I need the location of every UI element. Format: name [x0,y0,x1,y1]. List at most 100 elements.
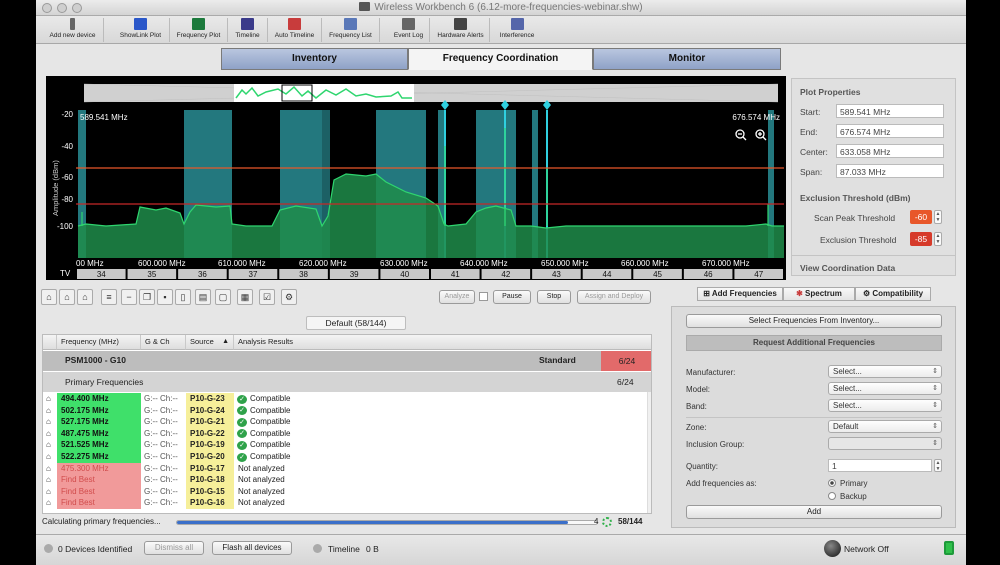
checklist-icon[interactable]: ☑ [259,289,275,305]
subgroup-row[interactable]: Primary Frequencies 6/24 [43,372,651,392]
analyze-checkbox[interactable] [479,292,488,301]
tab-compatibility[interactable]: ⚙ Compatibility [855,287,931,301]
view-coordination-data-link[interactable]: View Coordination Data [800,263,895,273]
add-device-icon [70,18,75,30]
lock-icon[interactable]: ⌂ [46,439,57,451]
model-select[interactable]: Select... ⇕ [828,382,942,395]
add-new-device-button[interactable]: Add new device [42,18,104,42]
add-button[interactable]: Add [686,505,942,519]
tab-spectrum[interactable]: ✱ Spectrum [783,287,855,301]
header-source[interactable]: Source ▲ [186,335,234,350]
manufacturer-select[interactable]: Select... ⇕ [828,365,942,378]
frequency-cell[interactable]: 475.300 MHz [57,462,141,475]
collapse-icon[interactable]: − [121,289,137,305]
table-row[interactable]: ⌂ Find Best G:-- Ch:-- P10-G-18 Not analyzed [43,474,651,486]
group-row[interactable]: PSM1000 - G10 Standard 6/24 [43,351,651,371]
frequency-cell[interactable]: Find Best [57,497,141,509]
start-field[interactable]: 589.541 MHz [836,104,944,118]
frequency-cell[interactable]: 494.400 MHz [57,393,141,405]
lock-icon[interactable]: ⌂ [46,428,57,440]
table-row[interactable]: ⌂ Find Best G:-- Ch:-- P10-G-15 Not analyzed [43,485,651,498]
table-row[interactable]: ⌂ 527.175 MHz G:-- Ch:-- P10-G-21 ✓ Compatibl… [43,416,651,428]
lock-icon[interactable]: ⌂ [41,289,57,305]
center-field[interactable]: 633.058 MHz [836,144,944,158]
quantity-field[interactable]: 1 [828,459,932,472]
table-row[interactable]: ⌂ Find Best G:-- Ch:-- P10-G-16 Not analyzed [43,497,651,509]
span-field[interactable]: 87.033 MHz [836,164,944,178]
table-row[interactable]: ⌂ 502.175 MHz G:-- Ch:-- P10-G-24 ✓ Compatibl… [43,404,651,417]
end-field[interactable]: 676.574 MHz [836,124,944,138]
lock-icon[interactable]: ⌂ [46,393,57,405]
assign-and-deploy-button[interactable]: Assign and Deploy [577,290,651,304]
table-row[interactable]: ⌂ 522.275 MHz G:-- Ch:-- P10-G-20 ✓ Compatibl… [43,451,651,463]
lock-icon[interactable]: ⌂ [46,451,57,463]
interference-button[interactable]: Interference [492,18,542,42]
frequency-cell[interactable]: Find Best [57,485,141,498]
exclusion-threshold-stepper[interactable]: ▲ ▼ [934,232,942,246]
select-from-inventory-button[interactable]: Select Frequencies From Inventory... [686,314,942,328]
document-icon[interactable]: ▢ [215,289,231,305]
network-status-icon[interactable] [824,540,841,557]
frequency-cell[interactable]: 502.175 MHz [57,404,141,417]
save-icon[interactable]: ▪ [157,289,173,305]
scan-peak-threshold-field[interactable]: -60 [910,210,932,224]
zone-select[interactable]: Default ⇕ [828,420,942,433]
source-cell: P10-G-21 [186,416,234,428]
scan-peak-stepper[interactable]: ▲ ▼ [934,210,942,224]
export-icon[interactable]: ▤ [195,289,211,305]
header-lock-column[interactable] [43,335,57,350]
unlock-status-icon[interactable] [944,541,954,555]
header-analysis-results[interactable]: Analysis Results [234,335,651,350]
event-log-button[interactable]: Event Log [388,18,430,42]
spectrum-plot[interactable]: -20 -40 -60 -80 -100 Amplitude (dBm) 589… [46,76,786,280]
auto-timeline-button[interactable]: Auto Timeline [268,18,322,42]
table-row[interactable]: ⌂ 487.475 MHz G:-- Ch:-- P10-G-22 ✓ Compatibl… [43,427,651,440]
delete-icon[interactable]: ▯ [175,289,191,305]
band-select[interactable]: Select... ⇕ [828,399,942,412]
quantity-stepper[interactable]: ▲ ▼ [934,459,942,472]
analyze-button[interactable]: Analyze [439,290,475,304]
tab-frequency-coordination[interactable]: Frequency Coordination [408,48,593,70]
dismiss-all-button[interactable]: Dismiss all [144,541,204,555]
lock-icon[interactable]: ⌂ [46,497,57,509]
lock-icon[interactable]: ⌂ [46,486,57,498]
tab-add-frequencies[interactable]: ⊞ Add Frequencies [697,287,783,301]
exclusion-threshold-field[interactable]: -85 [910,232,932,246]
frequency-cell[interactable]: 521.525 MHz [57,439,141,451]
table-row[interactable]: ⌂ 521.525 MHz G:-- Ch:-- P10-G-19 ✓ Compatibl… [43,439,651,451]
header-group-channel[interactable]: G & Ch [141,335,186,350]
unlock-icon[interactable]: ⌂ [77,289,93,305]
lock-icon[interactable]: ⌂ [46,416,57,428]
pause-button[interactable]: Pause [493,290,531,304]
frequency-cell[interactable]: 487.475 MHz [57,427,141,440]
lock-icon[interactable]: ⌂ [46,474,57,486]
lock-all-icon[interactable]: ⌂ [59,289,75,305]
flash-all-devices-button[interactable]: Flash all devices [212,541,292,555]
primary-radio[interactable] [828,479,836,487]
header-frequency[interactable]: Frequency (MHz) [57,335,141,350]
hardware-alerts-button[interactable]: Hardware Alerts [432,18,490,42]
group-type: Standard [539,355,576,365]
backup-radio[interactable] [828,492,836,500]
table-row[interactable]: ⌂ 475.300 MHz G:-- Ch:-- P10-G-17 Not analyz… [43,462,651,475]
stop-button[interactable]: Stop [537,290,571,304]
list-view-icon[interactable]: ≡ [101,289,117,305]
lock-icon[interactable]: ⌂ [46,463,57,475]
tab-monitor[interactable]: Monitor [593,48,781,70]
frequency-plot-button[interactable]: Frequency Plot [170,18,228,42]
table-scrollbar[interactable] [647,392,651,513]
columns-icon[interactable]: ▦ [237,289,253,305]
inclusion-group-select[interactable]: ⇕ [828,437,942,450]
tab-inventory[interactable]: Inventory [221,48,408,70]
frequency-cell[interactable]: 522.275 MHz [57,451,141,463]
showlink-plot-button[interactable]: ShowLink Plot [112,18,170,42]
table-row[interactable]: ⌂ 494.400 MHz G:-- Ch:-- P10-G-23 ✓ Compatibl… [43,393,651,405]
gear-icon[interactable]: ⚙ [281,289,297,305]
frequency-cell[interactable]: 527.175 MHz [57,416,141,428]
copy-icon[interactable]: ❐ [139,289,155,305]
frequency-list-button[interactable]: Frequency List [322,18,380,42]
lock-icon[interactable]: ⌂ [46,405,57,417]
timeline-button[interactable]: Timeline [228,18,268,42]
coordination-group-selector[interactable]: Default (58/144) [306,316,406,330]
frequency-cell[interactable]: Find Best [57,474,141,486]
